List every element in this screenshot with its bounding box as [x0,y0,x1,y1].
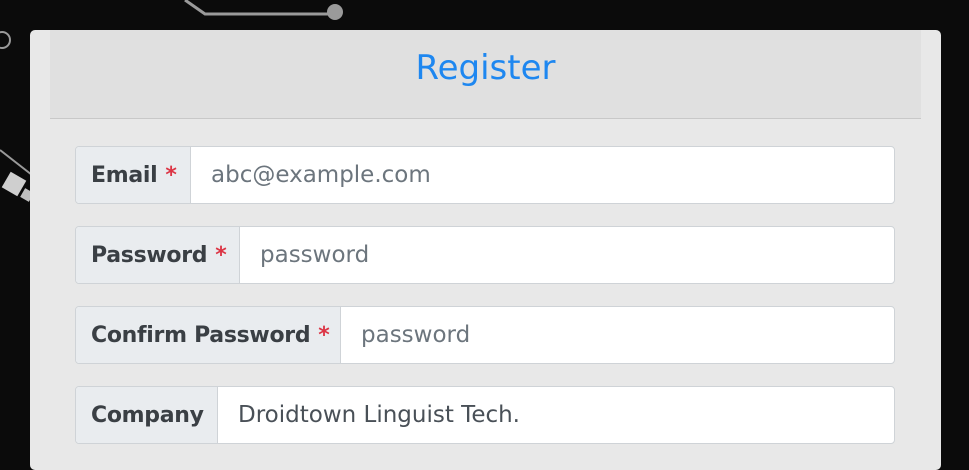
required-marker: * [215,242,227,268]
confirm-password-label-text: Confirm Password [91,322,311,348]
password-label: Password * [76,227,240,283]
email-input[interactable] [191,147,894,203]
email-field-group: Email * [75,146,895,204]
confirm-password-label: Confirm Password * [76,307,341,363]
register-panel: Register Email * Password * Confirm Pass… [30,30,941,470]
confirm-password-field-group: Confirm Password * [75,306,895,364]
password-label-text: Password [91,242,208,268]
required-marker: * [318,322,330,348]
confirm-password-input[interactable] [341,307,894,363]
page-title: Register [415,48,556,88]
company-input[interactable] [218,387,894,443]
company-label-text: Company [91,402,204,428]
panel-header: Register [50,30,921,119]
email-label-text: Email [91,162,158,188]
email-label: Email * [76,147,191,203]
required-marker: * [165,162,177,188]
password-field-group: Password * [75,226,895,284]
company-field-group: Company [75,386,895,444]
company-label: Company [76,387,218,443]
password-input[interactable] [240,227,894,283]
